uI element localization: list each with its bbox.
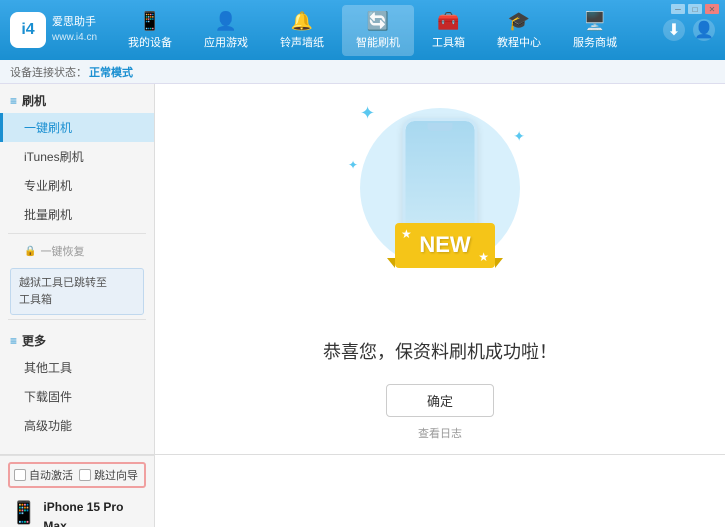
sidebar-item-pro-flash[interactable]: 专业刷机	[0, 171, 154, 200]
smart-flash-icon: 🔄	[367, 11, 389, 32]
ribbon-tail-left	[387, 258, 395, 268]
my-device-icon: 📱	[139, 11, 161, 32]
sidebar-notice-text: 越狱工具已跳转至工具箱	[19, 277, 107, 306]
close-button[interactable]: ✕	[705, 4, 719, 14]
guide-checkbox[interactable]: 跳过向导	[79, 467, 138, 483]
app-subtitle: www.i4.cn	[52, 31, 97, 45]
nav-tab-apps[interactable]: 👤 应用游戏	[190, 5, 262, 56]
main-layout: ≡ 刷机 一键刷机 iTunes刷机 专业刷机 批量刷机 🔒 一键恢复 越狱工具	[0, 84, 725, 454]
device-name: iPhone 15 Pro Max	[43, 498, 144, 527]
success-title: 恭喜您，保资料刷机成功啦！	[323, 338, 557, 364]
apps-icon: 👤	[215, 11, 237, 32]
ribbon-star-2: ★	[478, 250, 489, 264]
sidebar-section-label: 刷机	[22, 92, 46, 109]
sparkle-2: ✦	[513, 128, 525, 145]
header: i4 爱思助手 www.i4.cn 📱 我的设备 👤 应用游戏 🔔 铃声墙纸 🔄	[0, 0, 725, 60]
sidebar-item-label: 其他工具	[24, 361, 72, 375]
toolbox-icon: 🧰	[437, 11, 459, 32]
sidebar-item-other-tools[interactable]: 其他工具	[0, 353, 154, 382]
guide-label: 跳过向导	[94, 467, 138, 483]
logo-area: i4 爱思助手 www.i4.cn	[10, 12, 110, 48]
ribbon: ★ NEW ★	[395, 223, 495, 278]
main-content: ✦ ✦ ✦ ★ NEW ★ 恭喜您，保	[155, 84, 725, 454]
tutorials-icon: 🎓	[508, 11, 530, 32]
bottom-area: 自动激活 跳过向导 📱 iPhone 15 Pro Max 512GB iPho…	[0, 454, 725, 527]
header-right: ⬇ 👤	[635, 19, 715, 41]
device-phone-icon: 📱	[10, 500, 37, 526]
nav-tab-ringtones[interactable]: 🔔 铃声墙纸	[266, 5, 338, 56]
phone-notch	[428, 123, 453, 131]
mode-label: 正常模式	[89, 64, 133, 80]
sidebar-section-more: ≡ 更多	[0, 324, 154, 353]
nav-tab-my-device[interactable]: 📱 我的设备	[114, 5, 186, 56]
phone-illustration: ✦ ✦ ✦ ★ NEW ★	[340, 98, 540, 318]
confirm-button[interactable]: 确定	[386, 384, 494, 417]
nav-tab-label: 服务商城	[573, 34, 617, 50]
services-icon: 🖥️	[584, 11, 606, 32]
checkbox-box[interactable]	[14, 469, 26, 481]
ribbon-text: NEW	[419, 232, 470, 258]
sidebar-more-label: 更多	[22, 332, 46, 349]
nav-tab-label: 我的设备	[128, 34, 172, 50]
app-title: 爱思助手	[52, 15, 97, 30]
sidebar-item-label: 高级功能	[24, 419, 72, 433]
sidebar-item-itunes-flash[interactable]: iTunes刷机	[0, 142, 154, 171]
auto-activate-checkbox[interactable]: 自动激活	[14, 467, 73, 483]
minimize-button[interactable]: ─	[671, 4, 685, 14]
sidebar-item-advanced[interactable]: 高级功能	[0, 411, 154, 440]
maximize-button[interactable]: □	[688, 4, 702, 14]
sidebar-item-label: iTunes刷机	[24, 150, 84, 164]
sparkle-3: ✦	[348, 158, 358, 172]
auto-activate-label: 自动激活	[29, 467, 73, 483]
nav-tab-label: 教程中心	[497, 34, 541, 50]
bottom-sidebar: 自动激活 跳过向导 📱 iPhone 15 Pro Max 512GB iPho…	[0, 455, 155, 527]
download-button[interactable]: ⬇	[663, 19, 685, 41]
device-info: 📱 iPhone 15 Pro Max 512GB iPhone	[8, 494, 146, 527]
nav-tab-label: 智能刷机	[356, 34, 400, 50]
window-controls: ─ □ ✕	[671, 4, 719, 14]
sidebar-divider	[8, 233, 146, 234]
bottom-content	[155, 455, 725, 527]
ribbon-body: ★ NEW ★	[395, 223, 495, 268]
nav-tab-services[interactable]: 🖥️ 服务商城	[559, 5, 631, 56]
nav-tab-tutorials[interactable]: 🎓 教程中心	[483, 5, 555, 56]
ribbon-tail-right	[495, 258, 503, 268]
user-button[interactable]: 👤	[693, 19, 715, 41]
sidebar-notice: 越狱工具已跳转至工具箱	[10, 268, 144, 315]
sidebar-item-download-firmware[interactable]: 下载固件	[0, 382, 154, 411]
device-checkboxes: 自动激活 跳过向导	[8, 462, 146, 488]
sidebar-item-label: 一键刷机	[24, 121, 72, 135]
ringtones-icon: 🔔	[291, 11, 313, 32]
flash-section-icon: ≡	[10, 94, 17, 108]
sidebar-item-label: 批量刷机	[24, 208, 72, 222]
sidebar-gray-label: 一键恢复	[40, 243, 84, 259]
view-log-link[interactable]: 查看日志	[418, 425, 462, 441]
logo-icon: i4	[10, 12, 46, 48]
nav-tab-toolbox[interactable]: 🧰 工具箱	[418, 5, 479, 56]
nav-tabs: 📱 我的设备 👤 应用游戏 🔔 铃声墙纸 🔄 智能刷机 🧰 工具箱 🎓	[110, 5, 635, 56]
nav-tab-smart-flash[interactable]: 🔄 智能刷机	[342, 5, 414, 56]
sidebar-section-flash: ≡ 刷机	[0, 84, 154, 113]
setup-status-label: 设备连接状态：	[10, 64, 87, 80]
device-details: iPhone 15 Pro Max 512GB iPhone	[43, 498, 144, 527]
logo-text: 爱思助手 www.i4.cn	[52, 15, 97, 44]
sparkle-1: ✦	[360, 103, 375, 124]
nav-tab-label: 工具箱	[432, 34, 465, 50]
sidebar: ≡ 刷机 一键刷机 iTunes刷机 专业刷机 批量刷机 🔒 一键恢复 越狱工具	[0, 84, 155, 454]
status-strip: 设备连接状态： 正常模式	[0, 60, 725, 84]
sidebar-item-label: 下载固件	[24, 390, 72, 404]
sidebar-divider-2	[8, 319, 146, 320]
checkbox-box-2[interactable]	[79, 469, 91, 481]
more-section-icon: ≡	[10, 334, 17, 348]
sidebar-item-batch-flash[interactable]: 批量刷机	[0, 200, 154, 229]
nav-tab-label: 应用游戏	[204, 34, 248, 50]
sidebar-gray-one-key-restore: 🔒 一键恢复	[0, 238, 154, 264]
nav-tab-label: 铃声墙纸	[280, 34, 324, 50]
sidebar-item-label: 专业刷机	[24, 179, 72, 193]
ribbon-star-1: ★	[401, 227, 412, 241]
sidebar-item-one-key-flash[interactable]: 一键刷机	[0, 113, 154, 142]
